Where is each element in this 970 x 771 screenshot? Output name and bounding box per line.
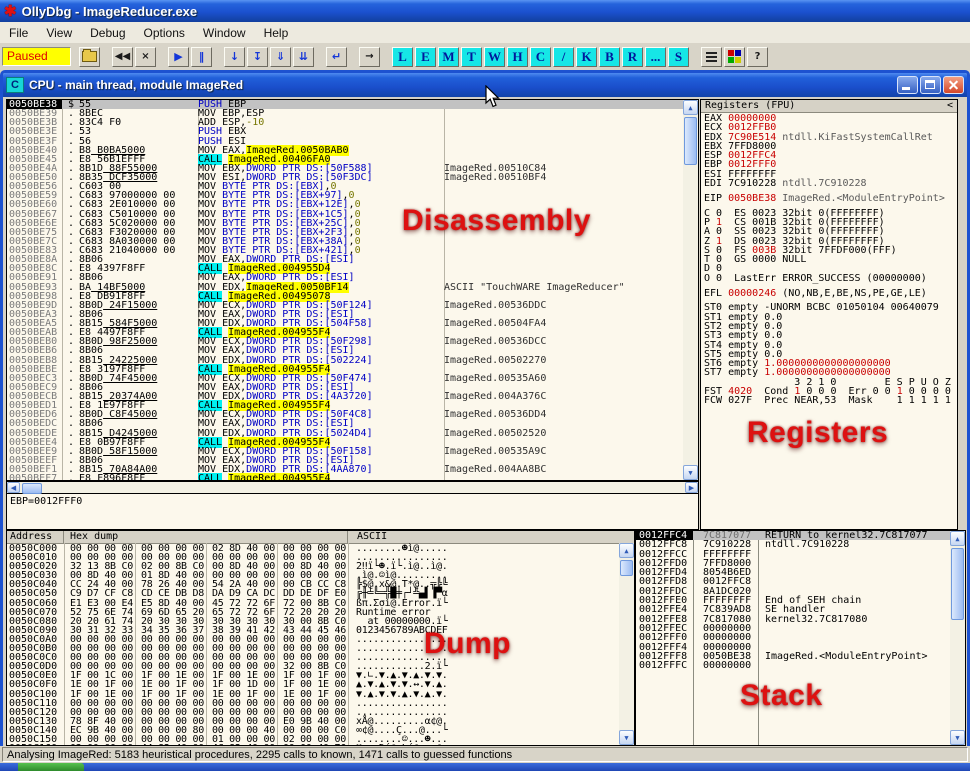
dump-header-ascii: ASCII bbox=[348, 531, 387, 543]
run-button[interactable]: ▶ bbox=[168, 47, 189, 67]
registers-header-label: Registers (FPU) bbox=[705, 100, 795, 112]
main-titlebar: ✱ OllyDbg - ImageReducer.exe bbox=[0, 0, 970, 22]
open-file-button[interactable] bbox=[79, 47, 100, 67]
menu-debug[interactable]: Debug bbox=[81, 24, 134, 42]
registers-pane: Registers (FPU) < EAX 00000000ECX 0012FF… bbox=[700, 99, 958, 530]
open-folder-icon bbox=[82, 51, 97, 62]
executables-button[interactable]: E bbox=[415, 47, 436, 67]
stack-scrollbar[interactable]: ▲▼ bbox=[950, 531, 965, 745]
sb-dump-thumb[interactable] bbox=[620, 560, 633, 576]
call-stack-button[interactable]: K bbox=[576, 47, 597, 67]
disasm-row[interactable]: 0050BE3B.83C4 F0ADD ESP,-10 bbox=[7, 118, 698, 127]
menu-view[interactable]: View bbox=[37, 24, 81, 42]
annotation-registers: Registers bbox=[747, 416, 888, 450]
sb-disasm-thumb[interactable] bbox=[684, 117, 697, 165]
annotation-stack: Stack bbox=[740, 679, 823, 713]
register-line: EFL 00000246 (NO,NB,E,BE,NS,PE,GE,LE) bbox=[701, 289, 957, 298]
appearance-button[interactable] bbox=[724, 47, 745, 67]
annotation-disassembly: Disassembly bbox=[402, 204, 591, 238]
status-text: Analysing ImageRed: 5183 heuristical pro… bbox=[2, 747, 968, 762]
pause-button[interactable]: ‖ bbox=[191, 47, 212, 67]
options-icon bbox=[706, 52, 717, 62]
menu-options[interactable]: Options bbox=[135, 24, 194, 42]
animate-into-button[interactable]: ⇓ bbox=[270, 47, 291, 67]
cpu-button[interactable]: C bbox=[530, 47, 551, 67]
threads-button[interactable]: T bbox=[461, 47, 482, 67]
patches-button[interactable]: / bbox=[553, 47, 574, 67]
dump-header-address: Address bbox=[7, 531, 64, 543]
cpu-window-title: CPU - main thread, module ImageRed bbox=[29, 78, 895, 92]
sb-stack-up-arrow[interactable]: ▲ bbox=[950, 531, 965, 546]
maximize-button[interactable] bbox=[920, 76, 941, 94]
memory-button[interactable]: M bbox=[438, 47, 459, 67]
paused-status-badge: Paused bbox=[2, 47, 71, 66]
help-button[interactable]: ? bbox=[747, 47, 768, 67]
references-button[interactable]: R bbox=[622, 47, 643, 67]
register-line: EDI 7C910228 ntdll.7C910228 bbox=[701, 179, 957, 188]
toolbar: Paused ◀◀× ▶‖ ↓↧⇓⇊ ↵ → LEMTWHC/KBR...S? bbox=[0, 43, 970, 70]
disasm-row[interactable]: 0050BEF7.E8 F896F8FFCALL ImageRed.004955… bbox=[7, 474, 698, 481]
status-bar: Analysing ImageRed: 5183 heuristical pro… bbox=[0, 746, 970, 763]
hscroll-thumb[interactable] bbox=[22, 483, 42, 494]
dump-scrollbar[interactable]: ▲▼ bbox=[619, 543, 634, 745]
sb-disasm-up-arrow[interactable]: ▲ bbox=[683, 100, 698, 115]
register-line: T 0 GS 0000 NULL bbox=[701, 255, 957, 264]
menu-file[interactable]: File bbox=[0, 24, 37, 42]
disasm-row[interactable]: 0050BE3E.53PUSH EBX bbox=[7, 127, 698, 136]
sb-stack-thumb[interactable] bbox=[951, 548, 964, 620]
taskbar-strip bbox=[0, 763, 970, 771]
dump-pane: Address Hex dump ASCII 0050C00000 00 00 … bbox=[6, 530, 635, 746]
execute-till-return-button[interactable]: ↵ bbox=[326, 47, 347, 67]
register-line: FCW 027F Prec NEAR,53 Mask 1 1 1 1 1 1 bbox=[701, 396, 957, 405]
hscroll-left-arrow[interactable]: ◀ bbox=[7, 482, 20, 493]
windows-button[interactable]: W bbox=[484, 47, 505, 67]
ollydbg-icon: ✱ bbox=[4, 4, 17, 19]
sb-disasm-down-arrow[interactable]: ▼ bbox=[683, 465, 698, 480]
window-title: OllyDbg - ImageReducer.exe bbox=[22, 4, 198, 19]
menu-bar: FileViewDebugOptionsWindowHelp bbox=[0, 22, 970, 44]
cpu-window-icon: C bbox=[6, 77, 24, 93]
hscroll-right-arrow[interactable]: ▶ bbox=[685, 482, 698, 493]
breakpoints-button[interactable]: B bbox=[599, 47, 620, 67]
mouse-cursor bbox=[485, 85, 501, 109]
step-over-button[interactable]: ↧ bbox=[247, 47, 268, 67]
appearance-icon bbox=[728, 50, 741, 63]
animate-over-button[interactable]: ⇊ bbox=[293, 47, 314, 67]
options-menu-button[interactable] bbox=[701, 47, 722, 67]
step-into-button[interactable]: ↓ bbox=[224, 47, 245, 67]
info-line: EBP=0012FFF0 bbox=[7, 494, 698, 509]
sb-dump-down-arrow[interactable]: ▼ bbox=[619, 730, 634, 745]
go-to-address-button[interactable]: → bbox=[359, 47, 380, 67]
collapse-icon[interactable]: < bbox=[947, 100, 953, 112]
register-line: O 0 LastErr ERROR_SUCCESS (00000000) bbox=[701, 274, 957, 283]
sb-stack-down-arrow[interactable]: ▼ bbox=[950, 730, 965, 745]
log-button[interactable]: L bbox=[392, 47, 413, 67]
stack-row[interactable]: 0012FFFC00000000 bbox=[636, 661, 965, 670]
menu-help[interactable]: Help bbox=[255, 24, 298, 42]
restart-button[interactable]: ◀◀ bbox=[112, 47, 133, 67]
annotation-dump: Dump bbox=[424, 627, 511, 661]
close-program-button[interactable]: × bbox=[135, 47, 156, 67]
disassembly-pane: 0050BE38$55PUSH EBP0050BE39.8BECMOV EBP,… bbox=[6, 99, 699, 481]
taskbar-button[interactable] bbox=[18, 763, 84, 771]
close-button[interactable] bbox=[943, 76, 964, 94]
registers-header: Registers (FPU) < bbox=[701, 100, 957, 113]
information-pane: EBP=0012FFF0 bbox=[6, 493, 699, 530]
dump-header-hex: Hex dump bbox=[64, 531, 348, 543]
register-line: EIP 0050BE38 ImageRed.<ModuleEntryPoint> bbox=[701, 194, 957, 203]
disasm-row[interactable]: 0050BE38$55PUSH EBP bbox=[7, 100, 698, 109]
stack-pane: 0012FFC47C817077RETURN to kernel32.7C817… bbox=[635, 530, 966, 746]
menu-window[interactable]: Window bbox=[194, 24, 255, 42]
handles-button[interactable]: H bbox=[507, 47, 528, 67]
minimize-button[interactable] bbox=[897, 76, 918, 94]
source-button[interactable]: S bbox=[668, 47, 689, 67]
run-trace-button[interactable]: ... bbox=[645, 47, 666, 67]
disassembly-scrollbar[interactable]: ▲▼ bbox=[683, 100, 698, 480]
sb-dump-up-arrow[interactable]: ▲ bbox=[619, 543, 634, 558]
disassembly-hscrollbar[interactable]: ◀▶ bbox=[6, 481, 699, 494]
